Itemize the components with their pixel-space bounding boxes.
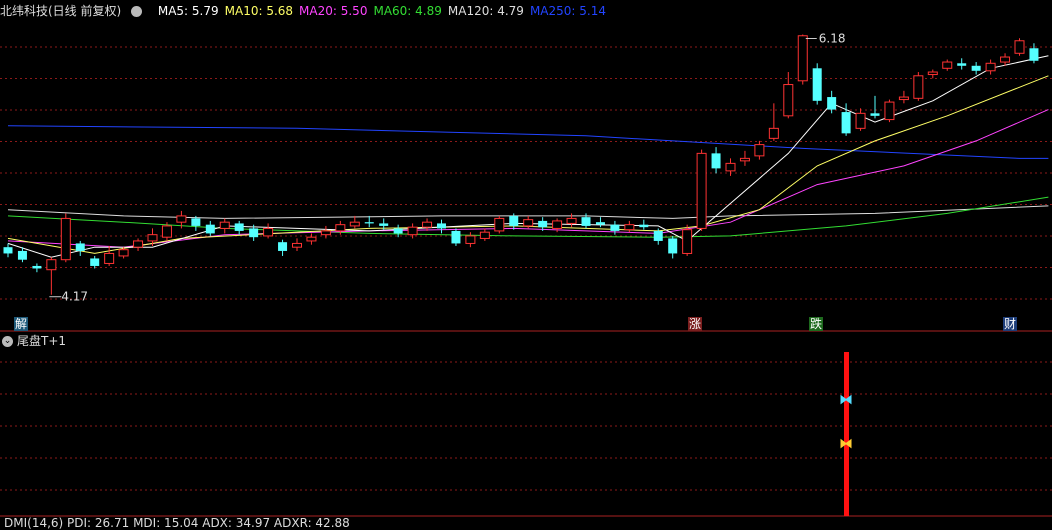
candle-body [90, 258, 100, 266]
event-marker[interactable]: 解 [14, 317, 29, 331]
candle-body [1014, 40, 1025, 54]
candle-body [552, 220, 563, 229]
butterfly-signal-cyan-icon: ⧓ [839, 392, 853, 408]
candle-body [783, 84, 794, 117]
candle-body [682, 229, 693, 254]
candle-body [927, 71, 938, 76]
ma250-line [7, 125, 1049, 159]
candle-body [884, 101, 895, 121]
candle-body [624, 224, 635, 231]
candle-body [985, 62, 996, 72]
ma-legend: MA5: 5.79 MA10: 5.68 MA20: 5.50 MA60: 4.89 M… [158, 0, 612, 22]
sub-panel-title: 尾盘T+1 [17, 334, 67, 348]
low-price-label: 4.17 [61, 290, 88, 304]
candle-body [219, 221, 230, 229]
candle-body [118, 249, 129, 257]
signal-bar [844, 352, 849, 516]
candle-body [827, 97, 837, 110]
candle-body [1000, 56, 1011, 63]
candle-body [841, 112, 851, 134]
main-price-chart[interactable]: 6.18 4.17 [0, 0, 1052, 524]
dmi-indicator-label: DMI(14,6) PDI: 26.71 MDI: 15.04 ADX: 34.… [4, 516, 350, 530]
candle-body [971, 65, 981, 71]
candle-body [711, 153, 721, 169]
candle-body [133, 240, 144, 248]
candle-body [479, 231, 490, 239]
candle-body [898, 96, 909, 101]
candle-body [957, 63, 967, 66]
candle-body [234, 223, 244, 231]
candle-body [465, 235, 476, 244]
event-marker[interactable]: 涨 [688, 317, 703, 331]
candle-body [523, 219, 534, 227]
candle-body [320, 230, 331, 236]
ma-legend-item: MA120: 4.79 [447, 4, 524, 18]
ma-legend-item: MA20: 5.50 [299, 4, 368, 18]
candle-body [147, 234, 158, 242]
high-price-label: 6.18 [819, 32, 846, 46]
candle-body [161, 225, 172, 238]
candle-body [739, 157, 750, 162]
stock-title[interactable]: 北纬科技(日线 前复权) [0, 0, 121, 22]
candle-body [249, 228, 259, 238]
candle-body [191, 218, 201, 226]
settings-toggle-icon[interactable]: ⌄ [131, 0, 148, 22]
ma-legend-item: MA250: 5.14 [529, 4, 606, 18]
candle-body [364, 222, 374, 224]
candle-body [942, 61, 953, 69]
candle-body [422, 221, 433, 228]
candle-body [538, 220, 548, 228]
candle-body [205, 224, 215, 234]
candle-body [263, 227, 274, 237]
candle-body [639, 224, 649, 228]
candle-body [595, 222, 605, 225]
ma-legend-item: MA5: 5.79 [157, 4, 219, 18]
candle-body [870, 113, 880, 116]
candle-body [176, 215, 187, 223]
candle-body [581, 217, 591, 226]
candle-body [104, 252, 115, 264]
candle-body [754, 144, 765, 157]
candle-body [725, 162, 736, 172]
candle-body [768, 127, 779, 139]
chart-header: 北纬科技(日线 前复权) ⌄ MA5: 5.79 MA10: 5.68 MA20: … [0, 0, 1052, 22]
candle-body [509, 215, 519, 226]
candle-body [610, 224, 620, 231]
ma-legend-item: MA60: 4.89 [373, 4, 442, 18]
candle-body [407, 226, 418, 236]
candle-body [292, 242, 302, 248]
event-marker[interactable]: 财 [1003, 317, 1018, 331]
candle-body [1029, 48, 1039, 61]
candle-body [696, 152, 707, 229]
candle-body [60, 217, 71, 261]
candle-body [566, 217, 577, 224]
candle-body [32, 265, 42, 269]
candle-body [379, 223, 389, 226]
candle-body [797, 35, 808, 82]
candle-body [75, 243, 85, 251]
candle-body [494, 217, 505, 232]
candle-body [393, 228, 403, 234]
candle-body [278, 242, 288, 251]
candle-body [335, 224, 346, 232]
candle-body [349, 221, 360, 227]
candle-body [653, 230, 663, 241]
event-marker[interactable]: 跌 [809, 317, 824, 331]
candle-body [855, 112, 866, 129]
butterfly-signal-yellow-icon: ⧓ [839, 436, 853, 452]
candle-body [437, 223, 446, 229]
collapse-icon[interactable]: ⌄ [2, 336, 13, 347]
sub-panel-header: ⌄ 尾盘T+1 [2, 333, 66, 349]
candle-body [812, 68, 822, 101]
candle-body [46, 259, 57, 271]
candle-body [306, 236, 317, 242]
candle-body [913, 75, 924, 99]
candle-body [451, 230, 461, 244]
candle-body [668, 238, 678, 254]
candle-body [17, 250, 27, 260]
ma-legend-item: MA10: 5.68 [224, 4, 294, 18]
candle-body [3, 247, 13, 254]
